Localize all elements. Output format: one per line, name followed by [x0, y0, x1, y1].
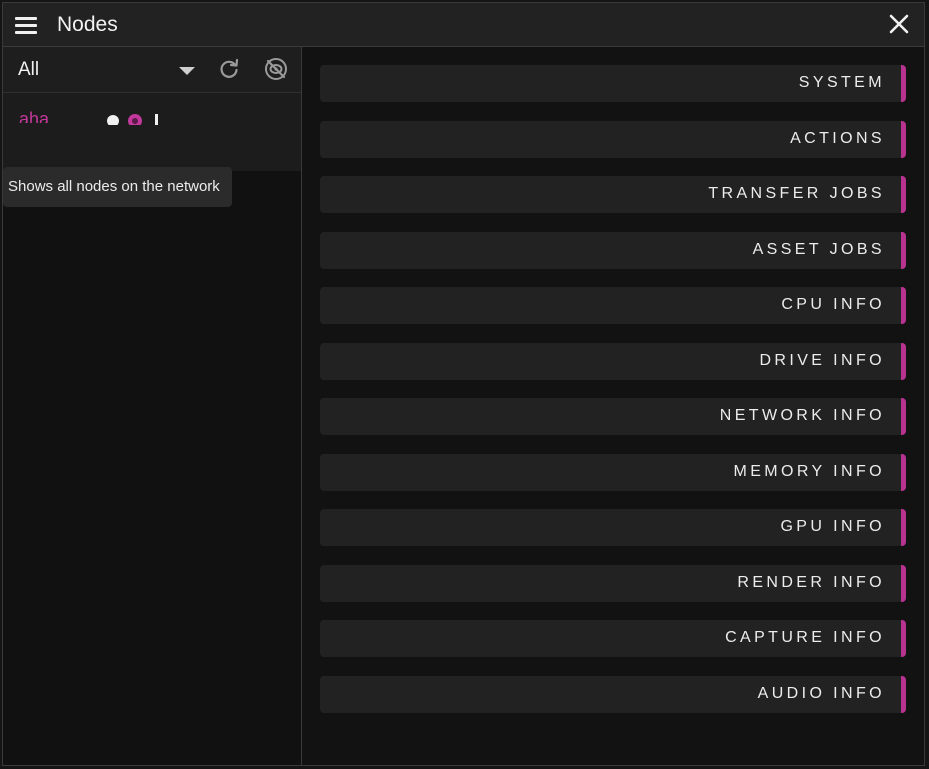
section-label: ACTIONS	[790, 130, 885, 147]
section-transfer-jobs-button[interactable]: TRANSFER JOBS	[320, 176, 906, 213]
close-icon[interactable]	[888, 13, 910, 35]
nodes-window: Nodes All aha Shows all nodes on the net…	[2, 2, 925, 766]
section-system-button[interactable]: SYSTEM	[320, 65, 906, 102]
section-label: MEMORY INFO	[733, 463, 885, 480]
section-label: CAPTURE INFO	[725, 629, 885, 646]
section-asset-jobs-button[interactable]: ASSET JOBS	[320, 232, 906, 269]
node-filter-select[interactable]: All	[3, 47, 208, 92]
tooltip: Shows all nodes on the network	[3, 167, 232, 207]
info-icon	[155, 114, 158, 125]
section-label: CPU INFO	[781, 296, 885, 313]
title-bar: Nodes	[3, 3, 924, 47]
section-cpu-info-button[interactable]: CPU INFO	[320, 287, 906, 324]
section-label: ASSET JOBS	[752, 241, 885, 258]
refresh-icon[interactable]	[217, 57, 241, 81]
section-network-info-button[interactable]: NETWORK INFO	[320, 398, 906, 435]
visibility-off-icon[interactable]	[263, 56, 289, 82]
section-render-info-button[interactable]: RENDER INFO	[320, 565, 906, 602]
node-status-icons	[105, 111, 165, 125]
node-list-pane: All aha Shows all nodes on the network	[3, 47, 302, 765]
section-gpu-info-button[interactable]: GPU INFO	[320, 509, 906, 546]
hamburger-menu-icon[interactable]	[15, 15, 37, 35]
chevron-down-icon	[179, 67, 195, 75]
filter-selected-value: All	[18, 59, 40, 80]
section-capture-info-button[interactable]: CAPTURE INFO	[320, 620, 906, 657]
node-details-pane: SYSTEM ACTIONS TRANSFER JOBS ASSET JOBS …	[302, 47, 924, 765]
filter-bar: All	[3, 47, 301, 93]
section-label: NETWORK INFO	[719, 407, 885, 424]
section-label: RENDER INFO	[737, 574, 885, 591]
section-memory-info-button[interactable]: MEMORY INFO	[320, 454, 906, 491]
section-label: TRANSFER JOBS	[708, 185, 885, 202]
node-name: aha	[19, 109, 50, 123]
section-drive-info-button[interactable]: DRIVE INFO	[320, 343, 906, 380]
section-actions-button[interactable]: ACTIONS	[320, 121, 906, 158]
section-label: AUDIO INFO	[757, 685, 885, 702]
user-icon	[107, 115, 119, 125]
section-label: DRIVE INFO	[759, 352, 885, 369]
section-label: SYSTEM	[798, 74, 885, 91]
section-label: GPU INFO	[780, 518, 885, 535]
section-audio-info-button[interactable]: AUDIO INFO	[320, 676, 906, 713]
window-title: Nodes	[57, 13, 118, 36]
node-list-item[interactable]: aha Shows all nodes on the network	[3, 93, 301, 207]
